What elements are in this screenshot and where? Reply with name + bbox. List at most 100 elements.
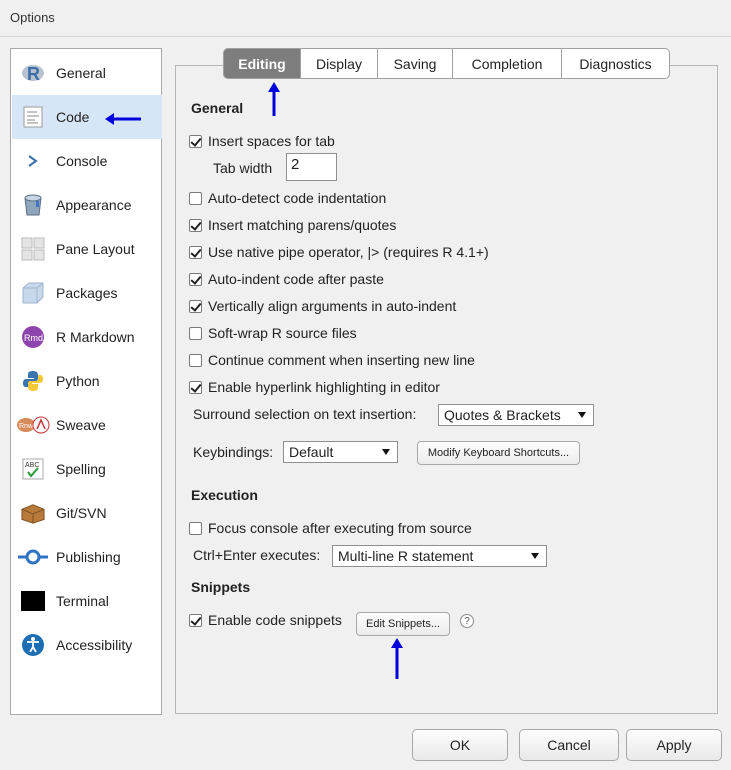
native-pipe-checkbox-row[interactable]: Use native pipe operator, |> (requires R… (189, 243, 489, 261)
tab-bar: Editing Display Saving Completion Diagno… (223, 48, 670, 79)
surround-label: Surround selection on text insertion: (193, 406, 417, 422)
r-logo-icon: R (21, 61, 45, 85)
insert-spaces-checkbox-row[interactable]: Insert spaces for tab (189, 132, 335, 150)
options-sidebar: R General Code Console Appearance Pane L… (10, 48, 162, 715)
modify-keyboard-shortcuts-button[interactable]: Modify Keyboard Shortcuts... (417, 441, 580, 465)
sidebar-item-git-svn[interactable]: Git/SVN (12, 491, 162, 535)
code-file-icon (21, 105, 45, 129)
sidebar-item-label: Spelling (56, 461, 106, 477)
enable-snippets-checkbox[interactable] (189, 613, 202, 627)
enable-snippets-checkbox-row[interactable]: Enable code snippets (189, 611, 342, 629)
accessibility-icon (21, 633, 45, 657)
git-box-icon (21, 501, 45, 525)
sweave-icon: Rnw (16, 413, 50, 437)
ctrl-enter-select[interactable]: Multi-line R statement (332, 545, 547, 567)
paint-bucket-icon (21, 193, 45, 217)
section-heading-snippets: Snippets (191, 579, 251, 595)
soft-wrap-checkbox[interactable] (189, 326, 202, 340)
tab-width-input[interactable]: 2 (286, 153, 337, 181)
sidebar-item-label: Console (56, 153, 108, 169)
cancel-button[interactable]: Cancel (519, 729, 619, 761)
auto-detect-checkbox-row[interactable]: Auto-detect code indentation (189, 189, 386, 207)
continue-comment-label: Continue comment when inserting new line (208, 352, 475, 368)
focus-console-checkbox-row[interactable]: Focus console after executing from sourc… (189, 519, 472, 537)
focus-console-checkbox[interactable] (189, 521, 202, 535)
sidebar-item-label: Python (56, 373, 100, 389)
vertical-align-checkbox[interactable] (189, 299, 202, 313)
keybindings-select[interactable]: Default (283, 441, 398, 463)
sidebar-item-terminal[interactable]: Terminal (12, 579, 162, 623)
svg-text:R: R (27, 64, 40, 84)
auto-indent-checkbox[interactable] (189, 272, 202, 286)
sidebar-item-general[interactable]: R General (12, 51, 162, 95)
vertical-align-checkbox-row[interactable]: Vertically align arguments in auto-inden… (189, 297, 456, 315)
sidebar-item-sweave[interactable]: Rnw Sweave (12, 403, 162, 447)
edit-snippets-button[interactable]: Edit Snippets... (356, 612, 450, 636)
sidebar-item-label: Appearance (56, 197, 132, 213)
continue-comment-checkbox[interactable] (189, 353, 202, 367)
sidebar-item-label: Sweave (56, 417, 106, 433)
sidebar-item-appearance[interactable]: Appearance (12, 183, 162, 227)
section-heading-execution: Execution (191, 487, 258, 503)
auto-indent-label: Auto-indent code after paste (208, 271, 384, 287)
python-icon (21, 369, 45, 393)
pane-layout-icon (21, 237, 45, 261)
keybindings-label: Keybindings: (193, 444, 274, 460)
soft-wrap-checkbox-row[interactable]: Soft-wrap R source files (189, 324, 357, 342)
svg-text:Rnw: Rnw (19, 423, 34, 430)
continue-comment-checkbox-row[interactable]: Continue comment when inserting new line (189, 351, 475, 369)
focus-console-label: Focus console after executing from sourc… (208, 520, 472, 536)
help-icon[interactable]: ? (460, 614, 474, 628)
annotation-arrow-up (268, 82, 280, 116)
sidebar-item-publishing[interactable]: Publishing (12, 535, 162, 579)
spelling-icon: ABC (21, 457, 45, 481)
tab-saving[interactable]: Saving (378, 48, 453, 79)
tab-display[interactable]: Display (301, 48, 378, 79)
auto-detect-checkbox[interactable] (189, 191, 202, 205)
sidebar-item-label: General (56, 65, 106, 81)
ok-button[interactable]: OK (412, 729, 508, 761)
insert-spaces-label: Insert spaces for tab (208, 133, 335, 149)
ctrl-enter-label: Ctrl+Enter executes: (193, 547, 321, 563)
auto-indent-checkbox-row[interactable]: Auto-indent code after paste (189, 270, 384, 288)
chevron-down-icon (531, 553, 539, 559)
chevron-down-icon (382, 449, 390, 455)
sidebar-item-label: Git/SVN (56, 505, 107, 521)
matching-parens-checkbox[interactable] (189, 218, 202, 232)
sidebar-item-label: Accessibility (56, 637, 133, 653)
title-bar: Options (0, 0, 731, 37)
tab-editing[interactable]: Editing (223, 48, 301, 79)
sidebar-item-r-markdown[interactable]: Rmd R Markdown (12, 315, 162, 359)
vertical-align-label: Vertically align arguments in auto-inden… (208, 298, 457, 314)
annotation-arrow-left (105, 113, 141, 125)
ctrl-enter-select-value: Multi-line R statement (338, 548, 474, 564)
sidebar-item-label: R Markdown (56, 329, 135, 345)
sidebar-item-console[interactable]: Console (12, 139, 162, 183)
chevron-down-icon (578, 412, 586, 418)
hyperlink-label: Enable hyperlink highlighting in editor (208, 379, 440, 395)
tab-width-label: Tab width (213, 160, 273, 176)
tab-completion[interactable]: Completion (453, 48, 562, 79)
matching-parens-label: Insert matching parens/quotes (208, 217, 397, 233)
sidebar-item-pane-layout[interactable]: Pane Layout (12, 227, 162, 271)
soft-wrap-label: Soft-wrap R source files (208, 325, 357, 341)
apply-button[interactable]: Apply (626, 729, 722, 761)
tab-diagnostics[interactable]: Diagnostics (562, 48, 670, 79)
publishing-icon (17, 545, 49, 569)
section-heading-general: General (191, 100, 244, 116)
hyperlink-checkbox[interactable] (189, 380, 202, 394)
sidebar-item-accessibility[interactable]: Accessibility (12, 623, 162, 667)
sidebar-item-label: Packages (56, 285, 118, 301)
keybindings-select-value: Default (289, 444, 334, 460)
matching-parens-checkbox-row[interactable]: Insert matching parens/quotes (189, 216, 396, 234)
hyperlink-checkbox-row[interactable]: Enable hyperlink highlighting in editor (189, 378, 440, 396)
sidebar-item-python[interactable]: Python (12, 359, 162, 403)
sidebar-item-spelling[interactable]: ABC Spelling (12, 447, 162, 491)
sidebar-item-label: Terminal (56, 593, 109, 609)
native-pipe-checkbox[interactable] (189, 245, 202, 259)
sidebar-item-packages[interactable]: Packages (12, 271, 162, 315)
insert-spaces-checkbox[interactable] (189, 134, 202, 148)
auto-detect-label: Auto-detect code indentation (208, 190, 387, 206)
surround-select[interactable]: Quotes & Brackets (438, 404, 594, 426)
annotation-arrow-up-snippets (391, 638, 403, 679)
